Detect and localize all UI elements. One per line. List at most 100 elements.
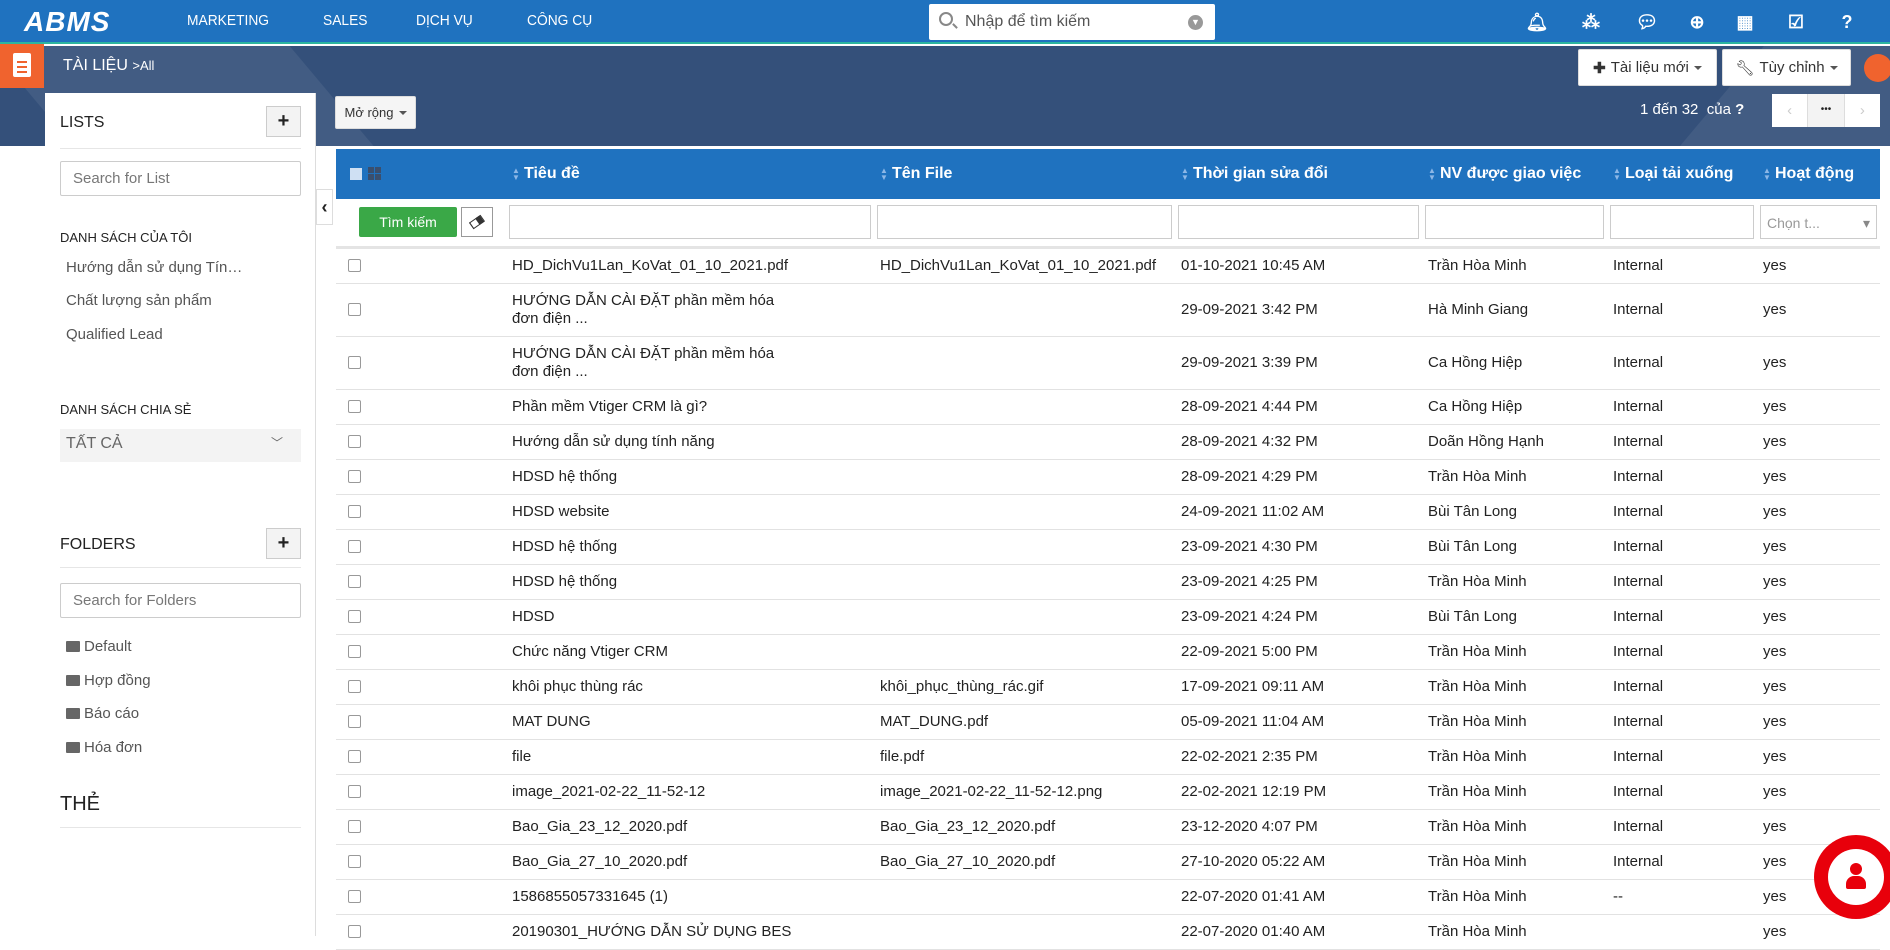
nav-marketing[interactable]: MARKETING (187, 12, 269, 29)
breadcrumb-module[interactable]: TÀI LIỆU (63, 57, 128, 74)
row-checkbox[interactable] (348, 645, 361, 658)
row-checkbox[interactable] (348, 505, 361, 518)
table-row[interactable]: HƯỚNG DẪN CÀI ĐẶT phần mềm hóa đơn điện … (336, 336, 1880, 389)
document-title-link[interactable]: Chức năng Vtiger CRM (512, 643, 668, 661)
filter-title-input[interactable] (509, 205, 871, 239)
list-item[interactable]: Chất lượng sản phẩm (66, 292, 212, 309)
table-row[interactable]: khôi phục thùng ráckhôi_phục_thùng_rác.g… (336, 669, 1880, 704)
global-search-input[interactable] (965, 10, 1165, 34)
row-checkbox[interactable] (348, 259, 361, 272)
table-row[interactable]: image_2021-02-22_11-52-12image_2021-02-2… (336, 774, 1880, 809)
table-row[interactable]: Phần mềm Vtiger CRM là gì?28-09-2021 4:4… (336, 389, 1880, 424)
global-search[interactable]: ▼ (929, 4, 1215, 40)
customize-button[interactable]: 🔧︎Tùy chỉnh (1722, 49, 1851, 86)
row-checkbox[interactable] (348, 890, 361, 903)
document-title-link[interactable]: Hướng dẫn sử dụng tính năng (512, 433, 715, 451)
shared-lists-select[interactable]: TẤT CẢ﹀ (60, 429, 301, 462)
column-active[interactable]: ▲▼Hoạt động (1757, 149, 1880, 199)
document-title-link[interactable]: HDSD hệ thống (512, 468, 617, 486)
table-row[interactable]: 20190301_HƯỚNG DẪN SỬ DỤNG BES22-07-2020… (336, 914, 1880, 949)
table-row[interactable]: Chức năng Vtiger CRM22-09-2021 5:00 PMTr… (336, 634, 1880, 669)
nav-services[interactable]: DỊCH VỤ (416, 12, 473, 29)
chat-support-button[interactable] (1814, 835, 1890, 919)
new-document-button[interactable]: ✚Tài liệu mới (1578, 49, 1717, 86)
chat-icon[interactable]: 💬︎ (1635, 10, 1659, 34)
row-checkbox[interactable] (348, 785, 361, 798)
column-filename[interactable]: ▲▼Tên File (874, 149, 1175, 199)
table-row[interactable]: HDSD website24-09-2021 11:02 AMBùi Tân L… (336, 494, 1880, 529)
document-title-link[interactable]: image_2021-02-22_11-52-12 (512, 783, 705, 801)
row-checkbox[interactable] (348, 715, 361, 728)
add-list-button[interactable]: + (266, 106, 301, 137)
row-checkbox[interactable] (348, 750, 361, 763)
list-item[interactable]: Qualified Lead (66, 326, 163, 343)
document-module-icon[interactable] (0, 44, 44, 88)
document-title-link[interactable]: 1586855057331645 (1) (512, 888, 668, 906)
table-row[interactable]: HDSD hệ thống23-09-2021 4:25 PMTrần Hòa … (336, 564, 1880, 599)
help-icon[interactable]: ? (1835, 10, 1859, 34)
nav-sales[interactable]: SALES (323, 12, 368, 29)
row-checkbox[interactable] (348, 540, 361, 553)
table-row[interactable]: 1586855057331645 (1)22-07-2020 01:41 AMT… (336, 879, 1880, 914)
bell-icon[interactable]: 🔔︎ (1525, 10, 1549, 34)
plus-circle-icon[interactable]: ⊕ (1685, 10, 1709, 34)
document-title-link[interactable]: HDSD (512, 608, 555, 626)
folder-item[interactable]: Hợp đồng (66, 672, 151, 689)
filter-download-type-input[interactable] (1610, 205, 1754, 239)
row-checkbox[interactable] (348, 820, 361, 833)
filter-active-select[interactable]: Chọn t... (1760, 205, 1877, 239)
document-title-link[interactable]: HDSD hệ thống (512, 538, 617, 556)
table-row[interactable]: HD_DichVu1Lan_KoVat_01_10_2021.pdfHD_Dic… (336, 247, 1880, 283)
select-all-checkbox[interactable] (350, 168, 362, 180)
table-row[interactable]: Bao_Gia_27_10_2020.pdfBao_Gia_27_10_2020… (336, 844, 1880, 879)
document-title-link[interactable]: HDSD website (512, 503, 610, 521)
row-checkbox[interactable] (348, 680, 361, 693)
row-checkbox[interactable] (348, 575, 361, 588)
table-row[interactable]: MAT DUNGMAT_DUNG.pdf05-09-2021 11:04 AMT… (336, 704, 1880, 739)
column-download-type[interactable]: ▲▼Loại tải xuống (1607, 149, 1757, 199)
document-title-link[interactable]: HD_DichVu1Lan_KoVat_01_10_2021.pdf (512, 257, 788, 275)
next-page-button[interactable]: › (1845, 94, 1880, 127)
document-title-link[interactable]: MAT DUNG (512, 713, 591, 731)
document-title-link[interactable]: 20190301_HƯỚNG DẪN SỬ DỤNG BES (512, 923, 791, 941)
table-row[interactable]: HDSD hệ thống28-09-2021 4:29 PMTrần Hòa … (336, 459, 1880, 494)
column-title[interactable]: ▲▼Tiêu đề (506, 149, 874, 199)
folder-item[interactable]: Default (66, 638, 132, 655)
app-logo[interactable]: ABMS (24, 6, 110, 38)
row-checkbox[interactable] (348, 303, 361, 316)
folder-item[interactable]: Báo cáo (66, 705, 139, 722)
add-folder-button[interactable]: + (266, 528, 301, 559)
row-checkbox[interactable] (348, 925, 361, 938)
column-assigned-to[interactable]: ▲▼NV được giao việc (1422, 149, 1607, 199)
document-title-link[interactable]: file (512, 748, 531, 766)
document-title-link[interactable]: Bao_Gia_23_12_2020.pdf (512, 818, 687, 836)
document-title-link[interactable]: HƯỚNG DẪN CÀI ĐẶT phần mềm hóa đơn điện … (512, 345, 802, 381)
table-row[interactable]: Bao_Gia_23_12_2020.pdfBao_Gia_23_12_2020… (336, 809, 1880, 844)
document-title-link[interactable]: HDSD hệ thống (512, 573, 617, 591)
clipboard-icon[interactable] (1864, 54, 1890, 82)
grid-icon[interactable] (368, 167, 381, 180)
row-checkbox[interactable] (348, 470, 361, 483)
document-title-link[interactable]: Bao_Gia_27_10_2020.pdf (512, 853, 687, 871)
row-checkbox[interactable] (348, 435, 361, 448)
table-row[interactable]: filefile.pdf22-02-2021 2:35 PMTrần Hòa M… (336, 739, 1880, 774)
row-checkbox[interactable] (348, 855, 361, 868)
table-row[interactable]: Hướng dẫn sử dụng tính năng28-09-2021 4:… (336, 424, 1880, 459)
checkbox-icon[interactable]: ☑ (1784, 10, 1808, 34)
row-checkbox[interactable] (348, 610, 361, 623)
document-title-link[interactable]: khôi phục thùng rác (512, 678, 643, 696)
prev-page-button[interactable]: ‹ (1772, 94, 1807, 127)
row-checkbox[interactable] (348, 400, 361, 413)
expand-button[interactable]: Mở rộng (335, 96, 416, 129)
calendar-icon[interactable]: ▦ (1733, 10, 1757, 34)
nav-tools[interactable]: CÔNG CỤ (527, 12, 592, 29)
apps-icon[interactable]: ⁂ (1579, 10, 1603, 34)
filter-filename-input[interactable] (877, 205, 1172, 239)
filter-time-input[interactable] (1178, 205, 1419, 239)
row-checkbox[interactable] (348, 356, 361, 369)
table-row[interactable]: HDSD23-09-2021 4:24 PMBùi Tân LongIntern… (336, 599, 1880, 634)
chevron-down-icon[interactable]: ▼ (1188, 15, 1203, 30)
document-title-link[interactable]: HƯỚNG DẪN CÀI ĐẶT phần mềm hóa đơn điện … (512, 292, 802, 328)
collapse-sidebar-button[interactable]: ‹ (316, 189, 333, 225)
list-search-input[interactable] (60, 161, 301, 196)
